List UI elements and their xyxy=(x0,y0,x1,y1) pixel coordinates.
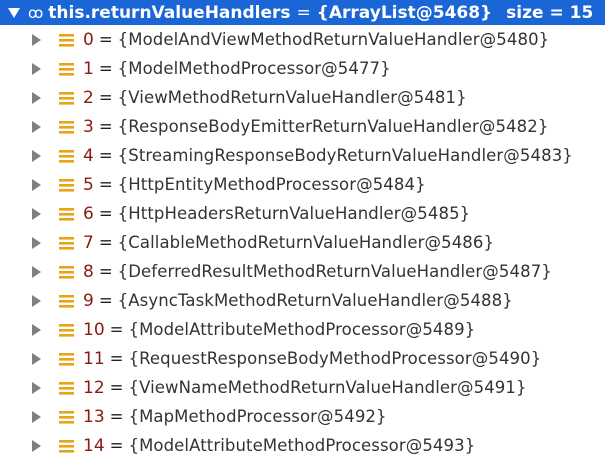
debugger-variables-tree: ꝏ this.returnValueHandlers = {ArrayList@… xyxy=(0,0,605,471)
expand-arrow-icon[interactable] xyxy=(32,91,41,104)
item-value: {ViewNameMethodReturnValueHandler@5491} xyxy=(128,378,527,397)
list-item[interactable]: 2 = {ViewMethodReturnValueHandler@5481} xyxy=(0,83,605,112)
watch-glasses-icon: ꝏ xyxy=(28,3,43,22)
field-lines-icon xyxy=(59,178,74,192)
expand-arrow-icon[interactable] xyxy=(32,294,41,307)
item-index: 10 xyxy=(83,319,105,340)
field-lines-icon xyxy=(59,91,74,105)
equals-sign: = xyxy=(98,175,113,194)
variable-name: this.returnValueHandlers xyxy=(48,2,291,23)
expand-arrow-icon[interactable] xyxy=(32,178,41,191)
item-value: {ModelAndViewMethodReturnValueHandler@54… xyxy=(117,30,550,49)
list-item[interactable]: 14 = {ModelAttributeMethodProcessor@5493} xyxy=(0,431,605,460)
equals-sign: = xyxy=(98,291,113,310)
item-value: {ResponseBodyEmitterReturnValueHandler@5… xyxy=(117,117,549,136)
item-value: {ModelMethodProcessor@5477} xyxy=(117,59,391,78)
child-list: 0 = {ModelAndViewMethodReturnValueHandler@… xyxy=(0,25,605,460)
expand-arrow-icon[interactable] xyxy=(32,33,41,46)
field-lines-icon xyxy=(59,323,74,337)
field-lines-icon xyxy=(59,410,74,424)
list-item[interactable]: 0 = {ModelAndViewMethodReturnValueHandler@… xyxy=(0,25,605,54)
variable-size: size = 15 xyxy=(506,2,594,23)
item-index: 5 xyxy=(83,174,94,195)
item-value: {StreamingResponseBodyReturnValueHandler… xyxy=(117,146,573,165)
item-index: 6 xyxy=(83,203,94,224)
list-item[interactable]: 4 = {StreamingResponseBodyReturnValueHandl… xyxy=(0,141,605,170)
item-value: {HttpHeadersReturnValueHandler@5485} xyxy=(117,204,471,223)
expand-arrow-icon[interactable] xyxy=(32,265,41,278)
field-lines-icon xyxy=(59,120,74,134)
list-item[interactable]: 7 = {CallableMethodReturnValueHandler@5486… xyxy=(0,228,605,257)
item-index: 2 xyxy=(83,87,94,108)
item-value: {CallableMethodReturnValueHandler@5486} xyxy=(117,233,495,252)
expand-arrow-icon[interactable] xyxy=(32,410,41,423)
expand-arrow-icon[interactable] xyxy=(32,236,41,249)
list-item[interactable]: 6 = {HttpHeadersReturnValueHandler@5485} xyxy=(0,199,605,228)
field-lines-icon xyxy=(59,352,74,366)
item-index: 1 xyxy=(83,58,94,79)
list-item[interactable]: 1 = {ModelMethodProcessor@5477} xyxy=(0,54,605,83)
equals-sign: = xyxy=(109,378,124,397)
equals-sign: = xyxy=(296,2,311,23)
equals-sign: = xyxy=(98,30,113,49)
field-lines-icon xyxy=(59,381,74,395)
field-lines-icon xyxy=(59,236,74,250)
expand-arrow-icon[interactable] xyxy=(32,207,41,220)
item-value: {ModelAttributeMethodProcessor@5489} xyxy=(128,320,476,339)
item-index: 9 xyxy=(83,290,94,311)
equals-sign: = xyxy=(98,88,113,107)
equals-sign: = xyxy=(98,262,113,281)
expand-arrow-icon[interactable] xyxy=(32,381,41,394)
expand-arrow-icon[interactable] xyxy=(32,62,41,75)
item-index: 12 xyxy=(83,377,105,398)
equals-sign: = xyxy=(109,407,124,426)
selected-variable-row[interactable]: ꝏ this.returnValueHandlers = {ArrayList@… xyxy=(0,0,605,25)
list-item[interactable]: 5 = {HttpEntityMethodProcessor@5484} xyxy=(0,170,605,199)
item-value: {DeferredResultMethodReturnValueHandler@… xyxy=(117,262,552,281)
item-index: 4 xyxy=(83,145,94,166)
item-value: {AsyncTaskMethodReturnValueHandler@5488} xyxy=(117,291,513,310)
list-item[interactable]: 13 = {MapMethodProcessor@5492} xyxy=(0,402,605,431)
equals-sign: = xyxy=(98,59,113,78)
item-index: 7 xyxy=(83,232,94,253)
field-lines-icon xyxy=(59,207,74,221)
variable-value: {ArrayList@5468} xyxy=(316,2,493,23)
expand-arrow-icon[interactable] xyxy=(32,352,41,365)
item-value: {RequestResponseBodyMethodProcessor@5490… xyxy=(128,349,542,368)
collapse-arrow-icon[interactable] xyxy=(8,7,20,18)
equals-sign: = xyxy=(98,233,113,252)
equals-sign: = xyxy=(109,320,124,339)
equals-sign: = xyxy=(98,146,113,165)
list-item[interactable]: 8 = {DeferredResultMethodReturnValueHandle… xyxy=(0,257,605,286)
field-lines-icon xyxy=(59,439,74,453)
expand-arrow-icon[interactable] xyxy=(32,439,41,452)
equals-sign: = xyxy=(109,349,124,368)
field-lines-icon xyxy=(59,265,74,279)
item-index: 3 xyxy=(83,116,94,137)
item-index: 8 xyxy=(83,261,94,282)
equals-sign: = xyxy=(98,204,113,223)
field-lines-icon xyxy=(59,33,74,47)
item-value: {ViewMethodReturnValueHandler@5481} xyxy=(117,88,467,107)
item-index: 14 xyxy=(83,435,105,456)
list-item[interactable]: 12 = {ViewNameMethodReturnValueHandler@549… xyxy=(0,373,605,402)
expand-arrow-icon[interactable] xyxy=(32,149,41,162)
field-lines-icon xyxy=(59,294,74,308)
item-value: {ModelAttributeMethodProcessor@5493} xyxy=(128,436,476,455)
equals-sign: = xyxy=(98,117,113,136)
item-value: {MapMethodProcessor@5492} xyxy=(128,407,387,426)
equals-sign: = xyxy=(109,436,124,455)
list-item[interactable]: 11 = {RequestResponseBodyMethodProcessor@5… xyxy=(0,344,605,373)
expand-arrow-icon[interactable] xyxy=(32,120,41,133)
item-index: 13 xyxy=(83,406,105,427)
item-value: {HttpEntityMethodProcessor@5484} xyxy=(117,175,426,194)
expand-arrow-icon[interactable] xyxy=(32,323,41,336)
item-index: 11 xyxy=(83,348,105,369)
list-item[interactable]: 9 = {AsyncTaskMethodReturnValueHandler@548… xyxy=(0,286,605,315)
list-item[interactable]: 10 = {ModelAttributeMethodProcessor@5489} xyxy=(0,315,605,344)
item-index: 0 xyxy=(83,29,94,50)
field-lines-icon xyxy=(59,62,74,76)
field-lines-icon xyxy=(59,149,74,163)
list-item[interactable]: 3 = {ResponseBodyEmitterReturnValueHandler… xyxy=(0,112,605,141)
